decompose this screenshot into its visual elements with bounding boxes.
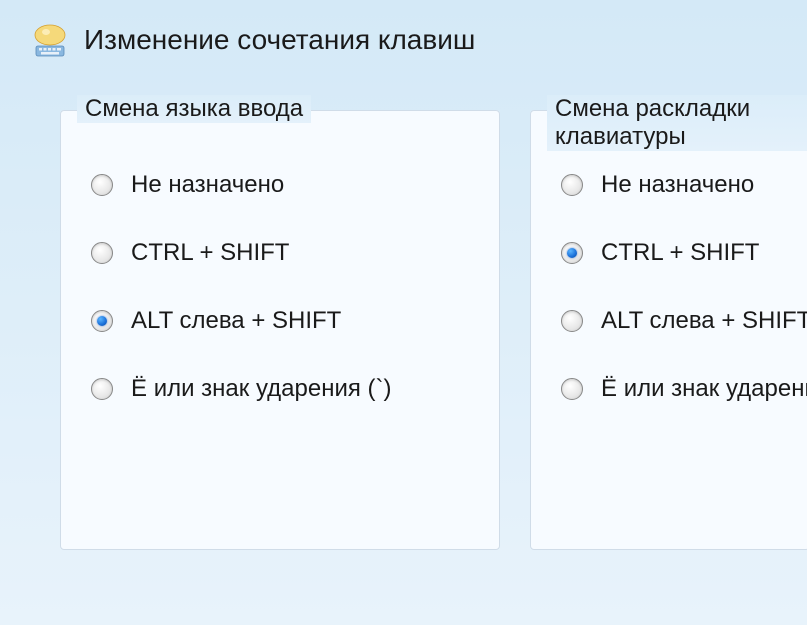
radio-indicator	[561, 378, 583, 400]
radio-indicator	[91, 242, 113, 264]
radio-label: Не назначено	[601, 171, 754, 199]
radio-label: Ё или знак ударения (`)	[131, 375, 392, 403]
radio-label: ALT слева + SHIFT	[601, 307, 807, 335]
radio-option-layout-alt-left-shift[interactable]: ALT слева + SHIFT	[561, 307, 779, 335]
radio-label: ALT слева + SHIFT	[131, 307, 341, 335]
radio-indicator	[561, 310, 583, 332]
radio-label: CTRL + SHIFT	[601, 239, 759, 267]
content-area: Смена языка ввода Не назначено CTRL + SH…	[0, 90, 807, 550]
group-input-language-title: Смена языка ввода	[77, 95, 311, 123]
radio-indicator	[91, 174, 113, 196]
radio-label: Ё или знак ударения (`)	[601, 375, 807, 403]
radio-option-layout-grave-accent[interactable]: Ё или знак ударения (`)	[561, 375, 779, 403]
radio-option-ctrl-shift[interactable]: CTRL + SHIFT	[91, 239, 469, 267]
dialog-header: Изменение сочетания клавиш	[0, 0, 807, 90]
radio-option-alt-left-shift[interactable]: ALT слева + SHIFT	[91, 307, 469, 335]
radio-label: Не назначено	[131, 171, 284, 199]
group-keyboard-layout-title: Смена раскладки клавиатуры	[547, 95, 807, 151]
radio-label: CTRL + SHIFT	[131, 239, 289, 267]
radio-indicator	[561, 174, 583, 196]
radio-indicator	[91, 310, 113, 332]
group-input-language: Смена языка ввода Не назначено CTRL + SH…	[60, 110, 500, 550]
group-keyboard-layout: Смена раскладки клавиатуры Не назначено …	[530, 110, 807, 550]
keyboard-language-icon	[30, 20, 70, 60]
radio-option-grave-accent[interactable]: Ё или знак ударения (`)	[91, 375, 469, 403]
radio-indicator	[561, 242, 583, 264]
radio-option-layout-ctrl-shift[interactable]: CTRL + SHIFT	[561, 239, 779, 267]
dialog-title: Изменение сочетания клавиш	[84, 24, 475, 56]
radio-option-not-assigned[interactable]: Не назначено	[91, 171, 469, 199]
radio-option-layout-not-assigned[interactable]: Не назначено	[561, 171, 779, 199]
radio-indicator	[91, 378, 113, 400]
